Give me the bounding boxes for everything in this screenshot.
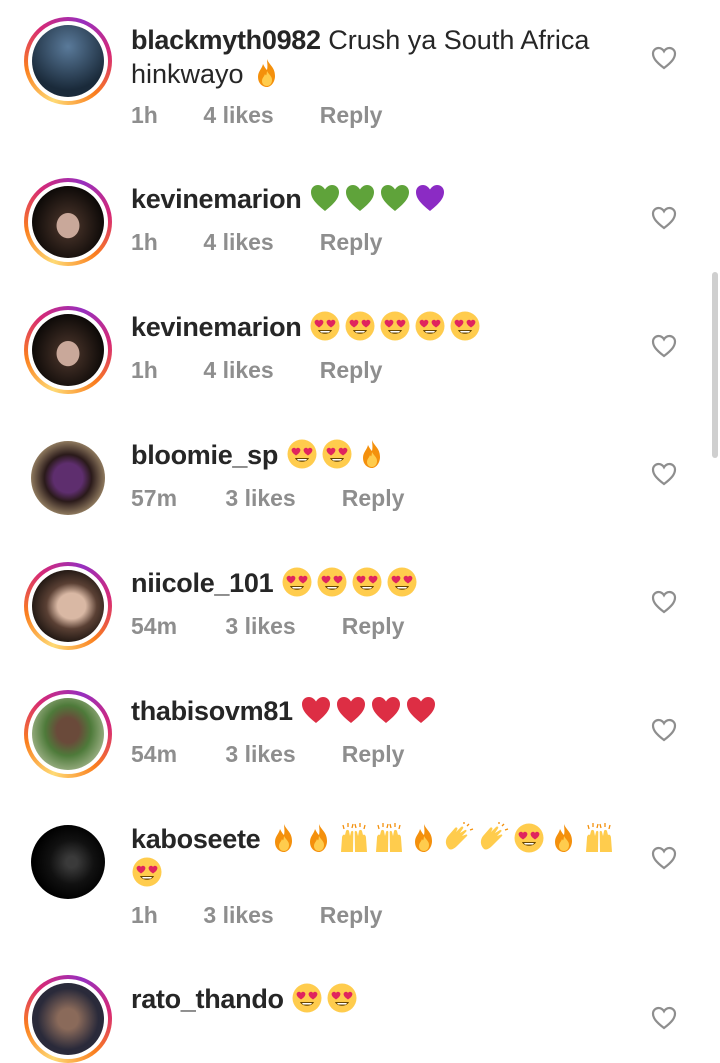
heart-eyes-emoji <box>414 310 446 342</box>
reply-button[interactable]: Reply <box>320 229 383 256</box>
reply-button[interactable]: Reply <box>320 902 383 929</box>
avatar[interactable] <box>31 441 105 515</box>
comment-username[interactable]: rato_thando <box>131 984 284 1014</box>
heart-eyes-emoji <box>344 310 376 342</box>
heart-eyes-emoji <box>321 438 353 470</box>
comment-time: 54m <box>131 613 178 639</box>
avatar[interactable] <box>24 17 112 105</box>
fire-emoji <box>408 822 440 854</box>
comment-likes[interactable]: 3 likes <box>225 613 335 640</box>
raised-hands-emoji <box>338 822 370 854</box>
comment-time: 1h <box>131 229 158 255</box>
heart-eyes-emoji <box>513 822 545 854</box>
comment-time: 1h <box>131 902 158 928</box>
comment-username[interactable]: thabisovm81 <box>131 696 293 726</box>
comment-emojis <box>281 566 421 598</box>
reply-button[interactable]: Reply <box>320 357 383 384</box>
red-heart-emoji <box>405 694 437 726</box>
avatar[interactable] <box>24 178 112 266</box>
avatar[interactable] <box>24 975 112 1063</box>
reply-button[interactable]: Reply <box>342 485 405 512</box>
comment-username[interactable]: kevinemarion <box>131 312 302 342</box>
comment-time: 57m <box>131 485 178 511</box>
avatar[interactable] <box>24 562 112 650</box>
heart-outline-icon[interactable] <box>651 206 677 230</box>
clapping-hands-emoji <box>478 822 510 854</box>
fire-emoji <box>356 438 388 470</box>
heart-outline-icon[interactable] <box>651 462 677 486</box>
reply-button[interactable]: Reply <box>342 741 405 768</box>
reply-button[interactable]: Reply <box>342 613 405 640</box>
heart-eyes-emoji <box>316 566 348 598</box>
purple-heart-emoji <box>414 182 446 214</box>
avatar[interactable] <box>24 690 112 778</box>
green-heart-emoji <box>379 182 411 214</box>
avatar[interactable] <box>24 306 112 394</box>
red-heart-emoji <box>335 694 367 726</box>
avatar[interactable] <box>31 825 105 899</box>
comment-list: blackmyth0982 Crush ya South Africa hink… <box>0 0 720 1063</box>
heart-outline-icon[interactable] <box>651 1006 677 1030</box>
heart-eyes-emoji <box>286 438 318 470</box>
comment-username[interactable]: kevinemarion <box>131 184 302 214</box>
heart-outline-icon[interactable] <box>651 590 677 614</box>
heart-eyes-emoji <box>326 982 358 1014</box>
clapping-hands-emoji <box>443 822 475 854</box>
comment-likes[interactable]: 4 likes <box>203 357 313 384</box>
fire-emoji <box>303 822 335 854</box>
heart-outline-icon[interactable] <box>651 46 677 70</box>
comment-username[interactable]: kaboseete <box>131 824 261 854</box>
heart-eyes-emoji <box>379 310 411 342</box>
raised-hands-emoji <box>583 822 615 854</box>
heart-eyes-emoji <box>281 566 313 598</box>
comment-emojis <box>291 982 361 1014</box>
heart-eyes-emoji <box>131 856 163 888</box>
green-heart-emoji <box>344 182 376 214</box>
heart-outline-icon[interactable] <box>651 846 677 870</box>
comment-time: 54m <box>131 741 178 767</box>
comment-emojis <box>251 59 286 89</box>
comment-emojis <box>300 696 440 726</box>
reply-button[interactable]: Reply <box>320 102 383 129</box>
heart-outline-icon[interactable] <box>651 334 677 358</box>
comment-likes[interactable]: 3 likes <box>225 485 335 512</box>
heart-eyes-emoji <box>351 566 383 598</box>
comment-likes[interactable]: 3 likes <box>225 741 335 768</box>
comment-likes[interactable]: 3 likes <box>203 902 313 929</box>
heart-outline-icon[interactable] <box>651 718 677 742</box>
raised-hands-emoji <box>373 822 405 854</box>
comment-time: 1h <box>131 357 158 383</box>
heart-eyes-emoji <box>449 310 481 342</box>
comment-username[interactable]: blackmyth0982 <box>131 25 321 55</box>
fire-emoji <box>548 822 580 854</box>
comment-time: 1h <box>131 102 158 128</box>
red-heart-emoji <box>370 694 402 726</box>
comment-likes[interactable]: 4 likes <box>203 229 313 256</box>
heart-eyes-emoji <box>291 982 323 1014</box>
comment-emojis <box>286 438 391 470</box>
fire-emoji <box>251 57 283 89</box>
comment-emojis <box>309 184 449 214</box>
heart-eyes-emoji <box>309 310 341 342</box>
scrollbar[interactable] <box>712 272 718 458</box>
red-heart-emoji <box>300 694 332 726</box>
fire-emoji <box>268 822 300 854</box>
comment-likes[interactable]: 4 likes <box>203 102 313 129</box>
green-heart-emoji <box>309 182 341 214</box>
comment-username[interactable]: bloomie_sp <box>131 440 278 470</box>
comment-username[interactable]: niicole_101 <box>131 568 274 598</box>
comment-emojis <box>309 310 484 342</box>
heart-eyes-emoji <box>386 566 418 598</box>
